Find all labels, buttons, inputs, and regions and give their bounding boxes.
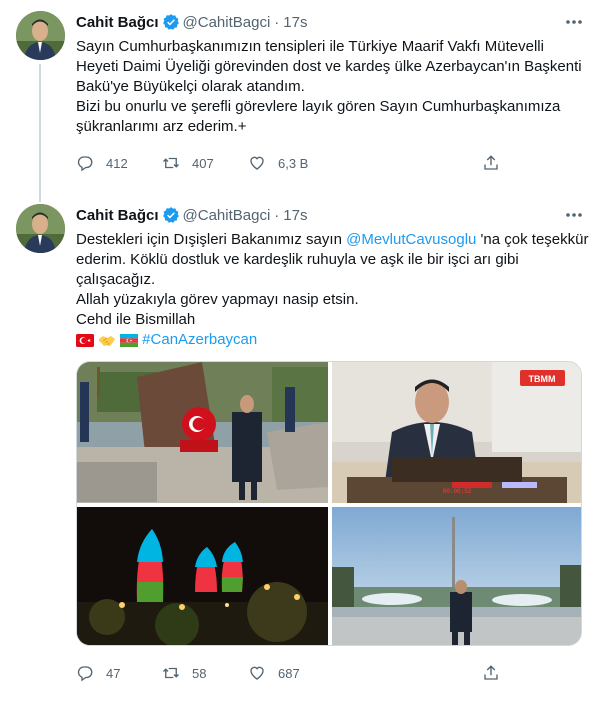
avatar[interactable] [16, 204, 65, 253]
avatar[interactable] [16, 11, 65, 60]
retweet-icon [163, 157, 179, 169]
author-handle[interactable]: @CahitBagci [183, 207, 271, 224]
text-span: 'na çok teşekkür [476, 231, 589, 248]
reply-button[interactable]: 412 [76, 154, 128, 172]
tweet-text: Destekleri için Dışişleri Bakanımız sayı… [76, 230, 589, 350]
author-name[interactable]: Cahit Bağcı [76, 14, 159, 31]
tv-counter: 00:00:52 [443, 488, 472, 495]
author-name[interactable]: Cahit Bağcı [76, 207, 159, 224]
share-button[interactable] [482, 664, 500, 682]
thread-line [39, 64, 41, 202]
handshake-icon [99, 335, 115, 346]
retweet-count: 58 [192, 665, 207, 681]
share-icon [484, 665, 498, 680]
tweet[interactable]: Cahit Bağcı @CahitBagci · 17s Sayın Cumh… [0, 0, 598, 202]
more-icon[interactable] [564, 14, 584, 30]
author-handle[interactable]: @CahitBagci [183, 14, 271, 31]
reply-button[interactable]: 47 [76, 664, 120, 682]
photo-flame-towers[interactable] [77, 507, 328, 645]
retweet-button[interactable]: 407 [162, 154, 214, 172]
tweet-header: Cahit Bağcı @CahitBagci · 17s [76, 11, 307, 33]
like-count: 6,3 B [278, 155, 309, 171]
text-line: Bakü'ye Büyükelçi olarak atandım. [76, 78, 305, 95]
retweet-icon [163, 667, 179, 679]
azerbaijan-flag-icon [120, 333, 138, 347]
text-span: Destekleri için Dışişleri Bakanımız sayı… [76, 231, 347, 248]
verified-icon [162, 14, 179, 30]
separator: · [274, 13, 280, 31]
text-line: Allah yüzakıyla görev yapmayı nasip etsi… [76, 291, 359, 308]
retweet-count: 407 [192, 155, 214, 171]
mention-link[interactable]: @MevlutCavusoglu [346, 231, 476, 248]
text-line: Heyeti Daimi Üyeliği görevinden dost ve … [76, 58, 582, 75]
photo-parliament[interactable]: TBMM 00:00:52 [332, 362, 581, 503]
verified-icon [162, 207, 179, 223]
tweet-text: Sayın Cumhurbaşkanımızın tensipleri ile … [76, 37, 586, 137]
like-count: 687 [278, 665, 300, 681]
timestamp[interactable]: 17s [283, 14, 307, 31]
reply-icon [77, 156, 93, 172]
text-line: #CanAzerbaycan [76, 330, 586, 350]
like-button[interactable]: 687 [248, 664, 300, 682]
text-line: Bizi bu onurlu ve şerefli görevlere layı… [76, 98, 561, 115]
share-icon [484, 155, 498, 170]
action-bar: 412 407 6,3 B [76, 151, 506, 175]
photo-monument[interactable] [77, 362, 328, 503]
hashtag-link[interactable]: #CanAzerbaycan [142, 331, 257, 348]
like-icon [250, 666, 264, 680]
photo-promenade[interactable] [332, 507, 581, 645]
reply-count: 47 [106, 665, 121, 681]
reply-icon [77, 666, 93, 682]
tweet-header: Cahit Bağcı @CahitBagci · 17s [76, 204, 307, 226]
action-bar: 47 58 687 [76, 661, 506, 685]
text-line: şükranlarımı arz ederim.+ [76, 118, 247, 135]
text-line: Cehd ile Bismillah [76, 311, 196, 328]
timestamp[interactable]: 17s [283, 207, 307, 224]
tv-logo: TBMM [529, 374, 556, 384]
turkey-flag-icon [76, 333, 94, 347]
share-button[interactable] [482, 154, 500, 172]
tweet[interactable]: Cahit Bağcı @CahitBagci · 17s Destekleri… [0, 193, 598, 703]
text-line: Sayın Cumhurbaşkanımızın tensipleri ile … [76, 38, 544, 55]
retweet-button[interactable]: 58 [162, 664, 206, 682]
like-button[interactable]: 6,3 B [248, 154, 308, 172]
like-icon [250, 156, 264, 170]
text-line: ederim. Köklü dostluk ve kardeşlik ruhuy… [76, 251, 519, 268]
more-icon[interactable] [564, 207, 584, 223]
media-grid: TBMM 00:00:52 [76, 361, 582, 646]
reply-count: 412 [106, 155, 128, 171]
text-line: Destekleri için Dışişleri Bakanımız sayı… [76, 230, 589, 250]
separator: · [274, 206, 280, 224]
emoji-group [76, 333, 138, 348]
text-line: çalışacağız. [76, 271, 156, 288]
